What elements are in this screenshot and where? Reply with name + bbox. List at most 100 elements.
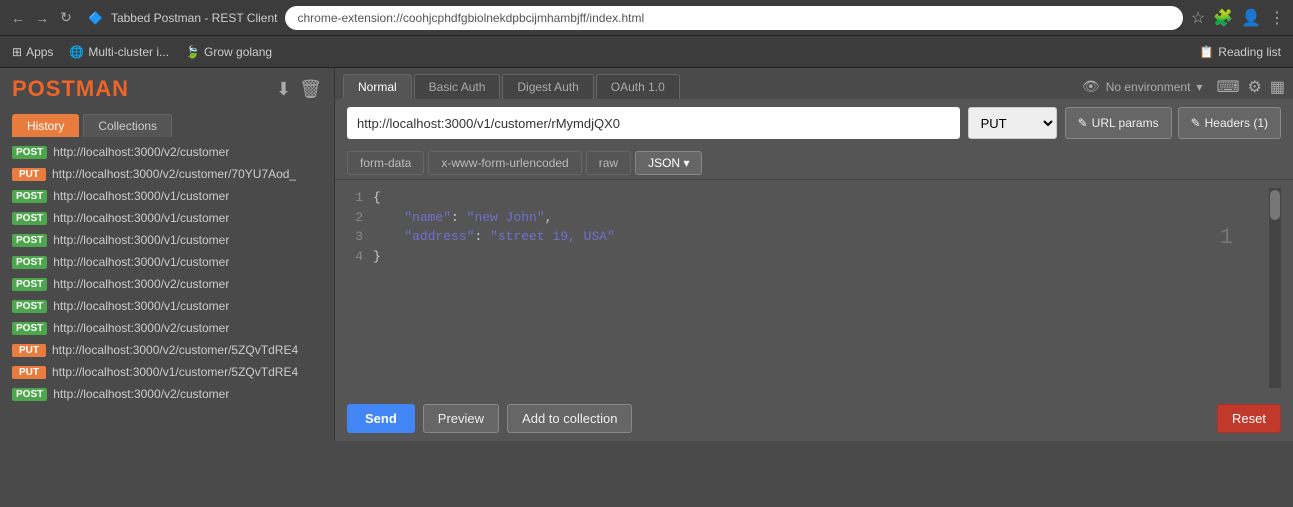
url-row: PUT GET POST DELETE PATCH ✎ URL params ✎…: [335, 99, 1293, 147]
history-item[interactable]: POSThttp://localhost:3000/v1/customer: [0, 207, 334, 229]
code-content: { "name": "new John", "address": "street…: [373, 188, 1259, 388]
method-badge: POST: [12, 256, 47, 269]
star-icon[interactable]: ☆: [1191, 8, 1205, 28]
body-tab-formdata[interactable]: form-data: [347, 151, 424, 175]
history-url: http://localhost:3000/v1/customer/5ZQvTd…: [52, 365, 298, 379]
tab-digest-auth[interactable]: Digest Auth: [502, 74, 593, 99]
bookmark-apps[interactable]: ⊞ Apps: [12, 45, 53, 59]
send-button[interactable]: Send: [347, 404, 415, 433]
history-url: http://localhost:3000/v1/customer: [53, 189, 229, 203]
chevron-down-icon: ▾: [1196, 80, 1202, 94]
menu-icon[interactable]: ⋮: [1269, 8, 1285, 28]
history-item[interactable]: POST http://localhost:3000/v2/customer: [0, 141, 334, 163]
body-tabs-bar: form-data x-www-form-urlencoded raw JSON…: [335, 147, 1293, 180]
method-badge: PUT: [12, 366, 46, 379]
history-url: http://localhost:3000/v1/customer: [53, 299, 229, 313]
sidebar-tabs: History Collections: [0, 110, 334, 137]
method-badge: POST: [12, 388, 47, 401]
history-item[interactable]: PUT http://localhost:3000/v1/customer/5ZQ…: [0, 361, 334, 383]
method-badge: POST: [12, 234, 47, 247]
sidebar: POSTMAN ⬇ 🗑 History Collections POSThttp…: [0, 68, 335, 441]
history-item[interactable]: POST http://localhost:3000/v2/customer: [0, 383, 334, 405]
settings-icon[interactable]: ⚙: [1248, 77, 1262, 97]
request-tabs-bar: Normal Basic Auth Digest Auth OAuth 1.0 …: [335, 68, 1293, 99]
line-count-badge: 1: [1220, 225, 1233, 250]
app-container: POSTMAN ⬇ 🗑 History Collections POSThttp…: [0, 68, 1293, 441]
history-item[interactable]: PUT http://localhost:3000/v2/customer/5ZQ…: [0, 339, 334, 361]
tab-icon: 🔷: [88, 11, 103, 25]
main-panel: Normal Basic Auth Digest Auth OAuth 1.0 …: [335, 68, 1293, 441]
preview-button[interactable]: Preview: [423, 404, 499, 433]
url-params-button[interactable]: ✎ URL params: [1065, 107, 1172, 139]
left-action-buttons: Send Preview Add to collection: [347, 404, 632, 433]
body-tab-json[interactable]: JSON ▾: [635, 151, 702, 175]
browser-nav-bar: ← → ↻ 🔷 Tabbed Postman - REST Client chr…: [0, 0, 1293, 36]
method-badge: PUT: [12, 344, 46, 357]
method-badge: POST: [12, 146, 47, 159]
url-input[interactable]: [347, 107, 960, 139]
action-buttons-row: Send Preview Add to collection Reset: [335, 396, 1293, 441]
history-url: http://localhost:3000/v2/customer: [53, 277, 229, 291]
body-tab-raw[interactable]: raw: [586, 151, 631, 175]
scrollbar-thumb[interactable]: [1270, 190, 1280, 220]
history-url: http://localhost:3000/v2/customer: [53, 321, 229, 335]
headers-button[interactable]: ✎ Headers (1): [1178, 107, 1281, 139]
history-url: http://localhost:3000/v1/customer: [53, 255, 229, 269]
history-item[interactable]: POST http://localhost:3000/v2/customer: [0, 317, 334, 339]
env-selector[interactable]: 👁 No environment ▾: [1082, 78, 1203, 95]
browser-toolbar: ☆ 🧩 👤 ⋮: [1191, 8, 1285, 28]
layout-icon[interactable]: ▦: [1270, 77, 1285, 97]
forward-button[interactable]: →: [32, 8, 52, 28]
code-line-2: "name": "new John",: [373, 208, 1259, 228]
params-icon: ✎: [1078, 116, 1088, 130]
history-url: http://localhost:3000/v2/customer: [53, 387, 229, 401]
url-actions: ✎ URL params ✎ Headers (1): [1065, 107, 1281, 139]
editor-scrollbar[interactable]: [1269, 188, 1281, 388]
back-button[interactable]: ←: [8, 8, 28, 28]
history-item[interactable]: POST http://localhost:3000/v1/customer: [0, 229, 334, 251]
history-item[interactable]: POSThttp://localhost:3000/v1/customer: [0, 295, 334, 317]
tab-collections[interactable]: Collections: [83, 114, 172, 137]
extensions-icon[interactable]: 🧩: [1213, 8, 1233, 28]
history-url: http://localhost:3000/v2/customer: [53, 145, 229, 159]
globe-icon: 🌐: [69, 45, 84, 59]
reading-list-btn[interactable]: 📋 Reading list: [1199, 45, 1281, 59]
history-item[interactable]: POST http://localhost:3000/v2/customer: [0, 273, 334, 295]
profile-icon[interactable]: 👤: [1241, 8, 1261, 28]
code-line-3: "address": "street 19, USA": [373, 227, 1259, 247]
history-item[interactable]: PUThttp://localhost:3000/v2/customer/70Y…: [0, 163, 334, 185]
keyboard-icon[interactable]: ⌨: [1216, 77, 1239, 97]
headers-icon: ✎: [1191, 116, 1201, 130]
code-line-4: }: [373, 247, 1259, 267]
add-collection-button[interactable]: Add to collection: [507, 404, 632, 433]
toolbar-icons: ⌨ ⚙ ▦: [1216, 77, 1285, 97]
bookmark-multicluster[interactable]: 🌐 Multi-cluster i...: [69, 45, 169, 59]
history-item[interactable]: POST http://localhost:3000/v1/customer: [0, 251, 334, 273]
method-badge: POST: [12, 322, 47, 335]
trash-icon[interactable]: 🗑: [299, 79, 322, 100]
code-line-1: {: [373, 188, 1259, 208]
tab-normal[interactable]: Normal: [343, 74, 412, 99]
tab-basic-auth[interactable]: Basic Auth: [414, 74, 501, 99]
method-badge: POST: [12, 278, 47, 291]
reading-list-icon: 📋: [1199, 45, 1214, 59]
bookmark-golang[interactable]: 🍃 Grow golang: [185, 45, 272, 59]
history-item[interactable]: POSThttp://localhost:3000/v1/customer: [0, 185, 334, 207]
reload-button[interactable]: ↻: [56, 8, 76, 28]
tab-history[interactable]: History: [12, 114, 79, 137]
history-url: http://localhost:3000/v1/customer: [53, 233, 229, 247]
history-url: http://localhost:3000/v2/customer/5ZQvTd…: [52, 343, 298, 357]
grid-icon: ⊞: [12, 45, 22, 59]
eye-icon: 👁: [1082, 78, 1100, 95]
method-select[interactable]: PUT GET POST DELETE PATCH: [968, 107, 1057, 139]
reset-button[interactable]: Reset: [1217, 404, 1281, 433]
address-bar[interactable]: chrome-extension://coohjcphdfgbiolnekdpb…: [285, 6, 1182, 30]
method-badge: PUT: [12, 168, 46, 181]
line-numbers: 1 2 3 4: [347, 188, 363, 388]
tab-oauth[interactable]: OAuth 1.0: [596, 74, 680, 99]
sidebar-header-icons: ⬇ 🗑: [276, 79, 322, 100]
code-editor[interactable]: 1 2 3 4 { "name": "new John", "address":…: [335, 180, 1293, 396]
body-tab-urlencoded[interactable]: x-www-form-urlencoded: [428, 151, 581, 175]
download-icon[interactable]: ⬇: [276, 79, 291, 100]
history-url: http://localhost:3000/v1/customer: [53, 211, 229, 225]
